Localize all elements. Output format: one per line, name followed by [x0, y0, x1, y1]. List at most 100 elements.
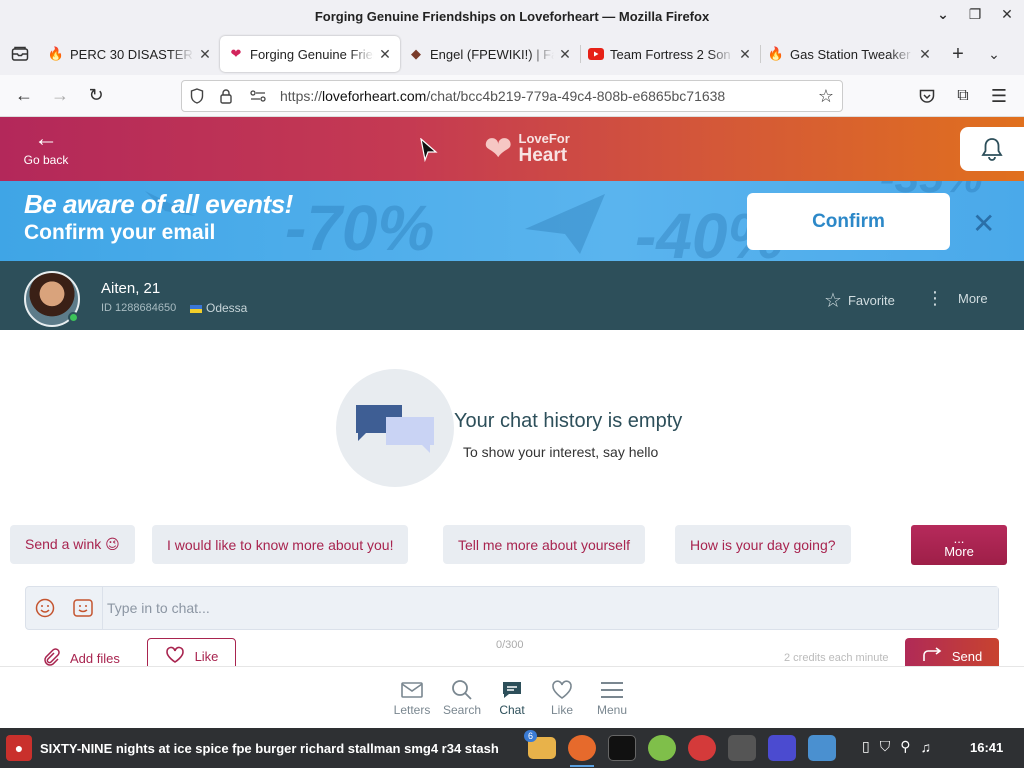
window-titlebar: Forging Genuine Friendships on Loveforhe…	[0, 0, 1024, 33]
close-tab-icon[interactable]: ✕	[918, 46, 932, 63]
tab-tf2[interactable]: Team Fortress 2 Son ✕	[580, 36, 760, 72]
close-tab-icon[interactable]: ✕	[738, 46, 752, 63]
profile-bar: Aiten, 21 ID 1288684650 Odessa ☆ Favorit…	[0, 261, 1024, 330]
close-tab-icon[interactable]: ✕	[558, 46, 572, 63]
screenshot-camera-icon[interactable]	[802, 730, 842, 766]
translator-icon[interactable]	[722, 730, 762, 766]
online-status-dot	[68, 312, 79, 323]
extensions-puzzle-icon[interactable]: ⧉	[948, 80, 978, 112]
lock-icon[interactable]	[220, 88, 242, 104]
bookmark-star-icon[interactable]: ☆	[818, 86, 834, 107]
profile-city: Odessa	[190, 301, 247, 315]
url-bar[interactable]: https://loveforheart.com/chat/bcc4b219-7…	[181, 80, 843, 112]
suggestion-know-more[interactable]: I would like to know more about you!	[152, 525, 409, 564]
maximize-icon[interactable]: ❐	[966, 6, 984, 23]
site-logo[interactable]: ❤ LoveFor Heart	[484, 131, 570, 166]
navigation-toolbar: ← → ↻ https://loveforheart.com/chat/bcc4…	[0, 75, 1024, 117]
tab-label: PERC 30 DISASTER!!!	[70, 46, 194, 62]
sticker-icon[interactable]	[64, 588, 102, 628]
logo-text-line2: Heart	[518, 145, 568, 166]
file-manager-icon[interactable]: 6	[522, 730, 562, 766]
nav-menu[interactable]: Menu	[586, 677, 638, 717]
star-icon: ☆	[824, 290, 842, 312]
go-back-button[interactable]: ← Go back	[20, 125, 72, 167]
clipboard-icon[interactable]: ▯	[862, 738, 870, 755]
heart-icon: ❤	[230, 46, 242, 61]
taskbar-active-window[interactable]: ● SIXTY-NINE nights at ice spice fpe bur…	[6, 734, 499, 762]
nav-chat[interactable]: Chat	[486, 677, 538, 717]
chat-area: Your chat history is empty To show your …	[0, 330, 1024, 670]
bird-icon: ◆	[411, 46, 421, 61]
nav-letters[interactable]: Letters	[386, 677, 438, 717]
profile-id: ID 1288684650	[101, 302, 177, 314]
reload-icon[interactable]: ↻	[78, 80, 114, 112]
send-button[interactable]: Send	[905, 638, 999, 668]
list-all-tabs-chevron-icon[interactable]: ⌄	[976, 36, 1012, 72]
tab-engel[interactable]: ◆ Engel (FPEWIKI!) | Fa ✕	[400, 36, 580, 72]
system-tray: ▯ ⛉ ⚲ ♫	[862, 738, 931, 755]
favorite-button[interactable]: ☆ Favorite	[824, 288, 895, 313]
more-label: More	[958, 291, 988, 306]
nav-like[interactable]: Like	[536, 677, 588, 717]
spreadsheet-icon[interactable]	[642, 730, 682, 766]
suggestion-tell-me-more[interactable]: Tell me more about yourself	[443, 525, 645, 564]
firefox-icon[interactable]	[562, 730, 602, 767]
tab-label: Team Fortress 2 Son	[610, 46, 731, 62]
tinder-flame-icon: 🔥	[47, 46, 65, 61]
shield-tray-icon[interactable]: ⛉	[880, 738, 891, 755]
credits-info: 2 credits each minute	[784, 652, 889, 664]
empty-chat-title: Your chat history is empty	[454, 410, 683, 432]
mouse-cursor-icon	[420, 138, 438, 162]
site-header: ← Go back ❤ LoveFor Heart	[0, 117, 1024, 181]
profile-name[interactable]: Aiten, 21	[101, 280, 160, 297]
network-icon[interactable]: ⚲	[900, 738, 910, 755]
character-counter: 0/300	[496, 639, 524, 651]
tab-gas-station[interactable]: 🔥 Gas Station Tweaker ✕	[760, 36, 940, 72]
tab-overview-icon[interactable]	[0, 33, 40, 75]
forward-arrow-icon[interactable]: →	[42, 80, 78, 112]
empty-chat-subtitle: To show your interest, say hello	[463, 444, 659, 460]
youtube-icon	[588, 46, 604, 62]
download-cloud-icon[interactable]	[682, 730, 722, 766]
minimize-icon[interactable]: ⌄	[934, 6, 952, 23]
permissions-icon[interactable]	[250, 90, 272, 102]
tab-label: Engel (FPEWIKI!) | Fa	[430, 46, 554, 62]
emoji-icon[interactable]	[26, 588, 64, 628]
more-suggestions-button[interactable]: ... More	[911, 525, 1007, 565]
back-arrow-icon[interactable]: ←	[6, 80, 42, 112]
more-suggestions-label: More	[944, 544, 974, 559]
volume-music-icon[interactable]: ♫	[920, 739, 931, 755]
close-banner-icon[interactable]: ✕	[972, 207, 995, 240]
more-options-button[interactable]: ⋮ More	[926, 288, 988, 309]
taskbar-clock[interactable]: 16:41	[970, 740, 1003, 755]
heart-outline-icon	[165, 646, 185, 667]
avatar[interactable]	[24, 271, 80, 327]
bell-icon	[981, 138, 1003, 161]
tinder-flame-icon: 🔥	[767, 46, 785, 61]
close-window-icon[interactable]: ✕	[998, 6, 1016, 23]
chat-message-input[interactable]	[102, 587, 998, 629]
nav-label: Menu	[596, 703, 628, 717]
tab-perc[interactable]: 🔥 PERC 30 DISASTER!!! ✕	[40, 36, 220, 72]
tab-loveforheart[interactable]: ❤ Forging Genuine Friendships ✕	[220, 36, 400, 72]
nav-label: Like	[550, 703, 573, 717]
back-arrow-icon: ←	[34, 125, 58, 152]
notifications-button[interactable]	[960, 127, 1024, 171]
vertical-dots-icon: ⋮	[926, 288, 944, 308]
terminal-icon[interactable]	[602, 730, 642, 766]
shield-icon[interactable]	[190, 88, 212, 104]
suggestion-how-is-day[interactable]: How is your day going?	[675, 525, 851, 564]
suggestion-send-wink[interactable]: Send a wink 😉	[10, 525, 135, 564]
email-confirm-banner: -70% -40% -35% Be aware of all events! C…	[0, 181, 1024, 261]
url-text: https://loveforheart.com/chat/bcc4b219-7…	[280, 88, 726, 104]
nav-search[interactable]: Search	[436, 677, 488, 717]
envelope-icon	[386, 677, 438, 703]
angry-bird-app-icon: ●	[6, 735, 32, 761]
close-tab-icon[interactable]: ✕	[378, 46, 392, 63]
confirm-email-button[interactable]: Confirm	[747, 193, 950, 250]
new-tab-plus-icon[interactable]: +	[940, 36, 976, 72]
hamburger-menu-icon[interactable]: ☰	[984, 80, 1014, 112]
pocket-icon[interactable]	[912, 80, 942, 112]
media-player-icon[interactable]	[762, 730, 802, 766]
close-tab-icon[interactable]: ✕	[198, 46, 212, 63]
